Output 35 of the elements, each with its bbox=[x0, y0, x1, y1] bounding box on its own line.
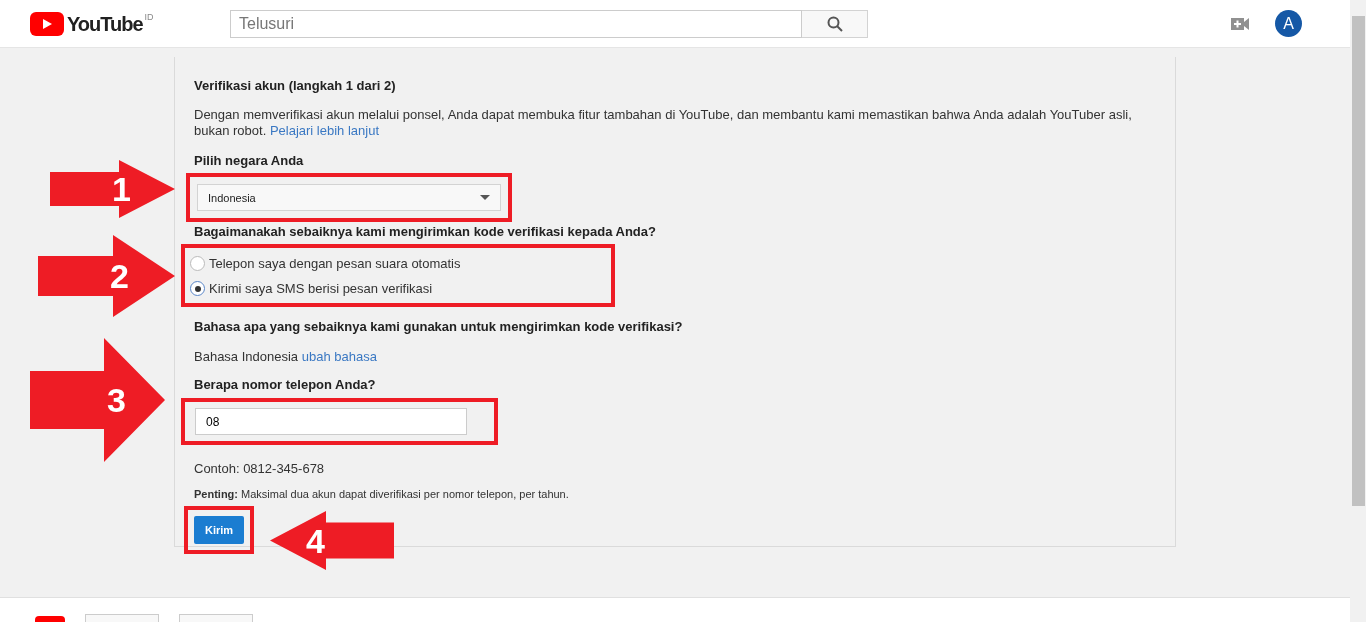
caret-icon bbox=[480, 195, 490, 200]
scrollbar-thumb[interactable] bbox=[1351, 16, 1365, 506]
video-camera-plus-icon[interactable] bbox=[1231, 17, 1249, 30]
language-label: Bahasa apa yang sebaiknya kami gunakan untuk mengirimkan kode verifikasi? bbox=[194, 319, 684, 334]
country-label: Pilih negara Anda bbox=[194, 153, 305, 168]
radio-option[interactable]: Kirimi saya SMS berisi pesan verifikasi bbox=[190, 276, 461, 301]
play-logo-icon bbox=[35, 616, 65, 622]
language-name: Bahasa Indonesia bbox=[194, 349, 299, 364]
submit-button[interactable]: Kirim bbox=[194, 516, 245, 544]
footer-button[interactable] bbox=[85, 614, 159, 622]
change-language-link[interactable]: ubah bahasa bbox=[301, 349, 377, 364]
example-text: Contoh: 0812-345-678 bbox=[194, 461, 326, 476]
step-number: 3 bbox=[107, 383, 126, 417]
intro-paragraph: Dengan memverifikasi akun melalui ponsel, Anda dapat membuka fitur tambahan di YouTube, dan membantu kami memastikan bahwa Anda adalah YouTuber asli, bukan robot. Pelajari lebih lanjut bbox=[194, 107, 1133, 139]
region-code: ID bbox=[144, 11, 154, 22]
method-label: Bagaimanakah sebaiknya kami mengirimkan kode verifikasi kepada Anda? bbox=[194, 224, 657, 239]
search-button[interactable] bbox=[802, 9, 868, 38]
radio-button[interactable] bbox=[190, 281, 205, 296]
step-number: 4 bbox=[306, 523, 325, 558]
logo-wordmark[interactable]: YouTube bbox=[67, 11, 143, 36]
learn-more-link[interactable]: Pelajari lebih lanjut bbox=[269, 123, 380, 138]
phone-label: Berapa nomor telepon Anda? bbox=[194, 377, 377, 392]
country-dropdown[interactable]: Indonesia bbox=[197, 184, 501, 211]
phone-input[interactable]: 08 bbox=[195, 408, 467, 435]
step-number: 1 bbox=[112, 172, 131, 206]
note-text: Penting: Maksimal dua akun dapat diverifikasi per nomor telepon, per tahun. bbox=[194, 488, 570, 500]
footer-button[interactable] bbox=[179, 614, 253, 622]
play-logo-icon[interactable] bbox=[30, 11, 64, 36]
search-icon bbox=[826, 15, 843, 32]
radio-option[interactable]: Telepon saya dengan pesan suara otomatis bbox=[190, 251, 461, 276]
form-title: Verifikasi akun (langkah 1 dari 2) bbox=[194, 78, 397, 93]
step-number: 2 bbox=[110, 259, 129, 293]
account-avatar[interactable]: A bbox=[1275, 10, 1302, 37]
search-field[interactable]: Telusuri bbox=[230, 9, 802, 38]
radio-button[interactable] bbox=[190, 256, 205, 271]
